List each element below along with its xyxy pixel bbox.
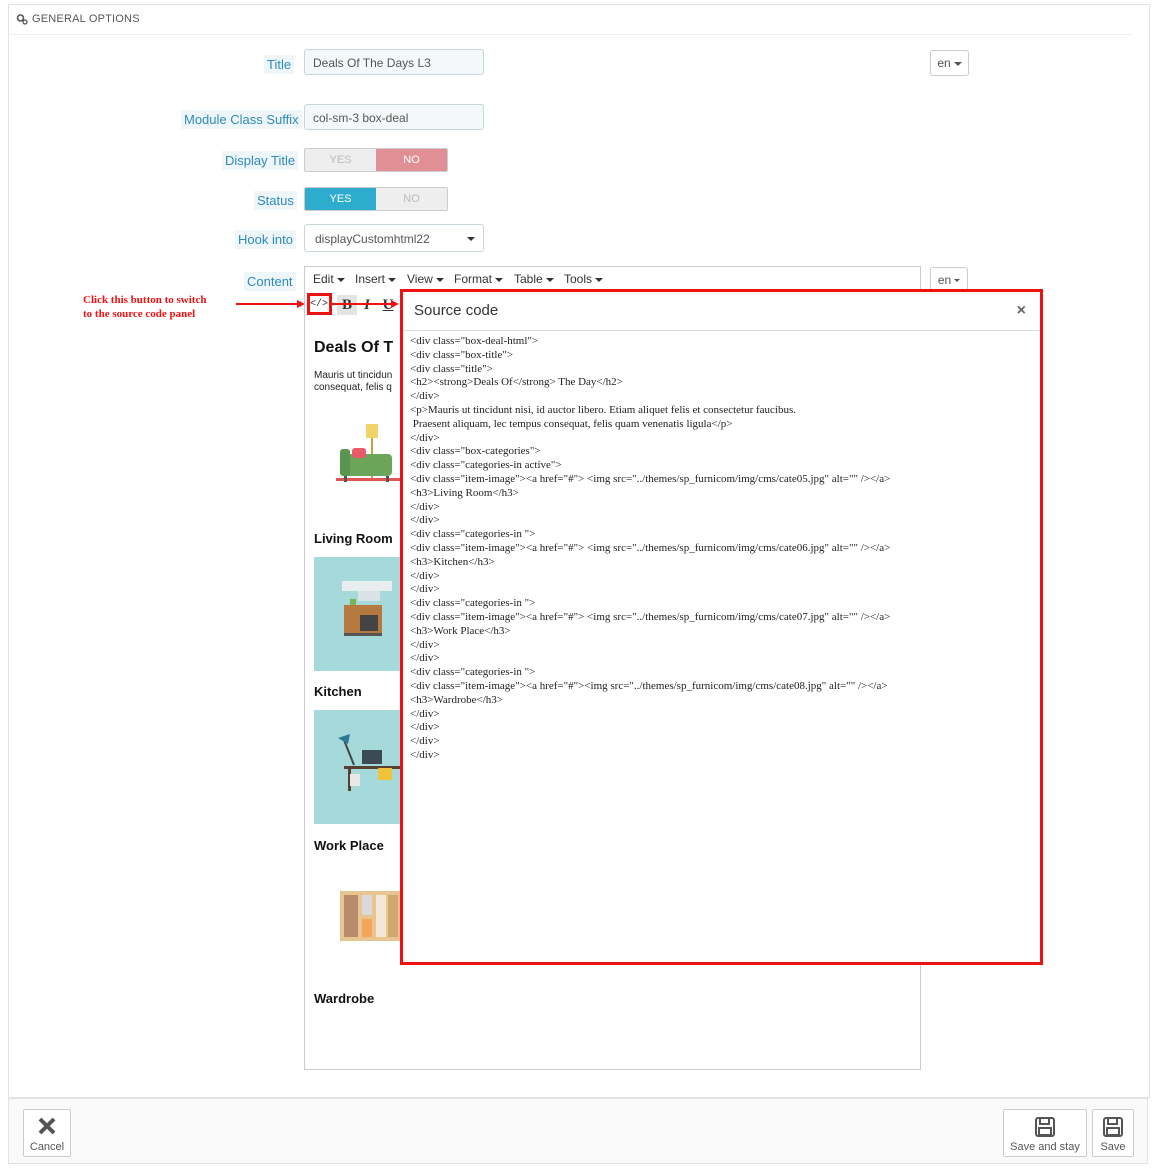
module-class-suffix-label: Module Class Suffix — [181, 110, 302, 129]
work-place-image — [314, 710, 400, 824]
annotation-line-2: to the source code panel — [83, 308, 196, 320]
title-input[interactable]: Deals Of The Days L3 — [304, 49, 484, 75]
display-title-switch[interactable]: YES NO — [304, 148, 448, 172]
menu-format[interactable]: Format — [454, 272, 504, 286]
title-language-dropdown[interactable]: en — [930, 50, 969, 76]
chevron-down-icon — [467, 237, 475, 241]
menu-table-label: Table — [514, 272, 543, 286]
preview-category-title: Work Place — [314, 838, 384, 853]
preview-category-title: Living Room — [314, 531, 393, 546]
menu-tools-label: Tools — [564, 272, 593, 286]
living-room-image — [336, 424, 400, 482]
hook-into-select[interactable]: displayCustomhtml22 — [304, 224, 484, 252]
menu-insert-label: Insert — [355, 272, 386, 286]
chevron-down-icon — [954, 279, 961, 283]
status-no[interactable]: NO — [376, 188, 447, 210]
display-title-no[interactable]: NO — [376, 149, 447, 171]
menu-insert[interactable]: Insert — [355, 272, 397, 286]
source-code-textarea[interactable]: <div class="box-deal-html"> <div class="… — [410, 335, 1035, 763]
modal-title: Source code — [414, 302, 499, 319]
editor-menubar: Edit Insert View Format Table Tools — [305, 267, 920, 291]
close-icon — [38, 1117, 56, 1135]
bold-button[interactable]: B — [337, 295, 357, 315]
form-footer: Cancel Save and stay Save — [8, 1098, 1148, 1164]
modal-header: Source code × — [403, 292, 1040, 331]
wardrobe-image — [340, 891, 400, 941]
panel-title: GENERAL OPTIONS — [32, 13, 140, 25]
menu-edit-label: Edit — [313, 272, 334, 286]
save-label: Save — [1100, 1141, 1126, 1153]
menu-tools[interactable]: Tools — [564, 272, 604, 286]
menu-format-label: Format — [454, 272, 493, 286]
chevron-down-icon — [435, 277, 444, 282]
menu-view[interactable]: View — [407, 272, 444, 286]
chevron-down-icon — [953, 61, 962, 66]
hook-into-label: Hook into — [235, 230, 296, 249]
preview-category-title: Kitchen — [314, 684, 362, 699]
menu-view-label: View — [407, 272, 433, 286]
save-icon — [1035, 1117, 1055, 1137]
chevron-down-icon — [388, 277, 397, 282]
content-label: Content — [244, 272, 296, 291]
status-switch[interactable]: YES NO — [304, 187, 448, 211]
save-icon — [1103, 1117, 1123, 1137]
chevron-down-icon — [495, 277, 504, 282]
preview-heading: Deals Of T — [314, 339, 394, 356]
annotation-text: Click this button to switch to the sourc… — [83, 293, 243, 321]
arrow-right-icon — [297, 300, 305, 308]
module-class-suffix-input[interactable]: col-sm-3 box-deal — [304, 104, 484, 130]
italic-button[interactable]: I — [357, 295, 377, 315]
status-yes[interactable]: YES — [305, 188, 376, 210]
chevron-down-icon — [545, 277, 554, 282]
preview-category-title: Wardrobe — [314, 991, 375, 1006]
title-language-label: en — [937, 56, 951, 70]
save-and-stay-label: Save and stay — [1010, 1141, 1080, 1153]
gear-icon — [16, 14, 28, 25]
preview-paragraph-line2: consequat, felis q — [314, 382, 392, 393]
save-button[interactable]: Save — [1092, 1109, 1134, 1157]
cancel-label: Cancel — [29, 1141, 65, 1153]
annotation-line-1: Click this button to switch — [83, 294, 207, 306]
chevron-down-icon — [336, 277, 345, 282]
preview-paragraph: Mauris ut tincidun consequat, felis q — [314, 370, 414, 394]
kitchen-image — [314, 557, 400, 671]
source-code-modal: Source code × <div class="box-deal-html"… — [400, 289, 1043, 965]
annotation-arrow — [236, 303, 298, 305]
preview-paragraph-line1: Mauris ut tincidun — [314, 370, 393, 381]
display-title-yes[interactable]: YES — [305, 149, 376, 171]
arrow-right-icon — [391, 300, 399, 308]
annotation-arrow-to-modal — [332, 303, 392, 305]
source-code-button-highlight — [307, 293, 332, 315]
close-icon[interactable]: × — [1017, 302, 1026, 320]
content-language-label: en — [937, 273, 952, 287]
menu-table[interactable]: Table — [514, 272, 554, 286]
hook-into-value: displayCustomhtml22 — [315, 232, 430, 246]
display-title-label: Display Title — [222, 151, 299, 170]
menu-edit[interactable]: Edit — [313, 272, 345, 286]
save-and-stay-button[interactable]: Save and stay — [1003, 1109, 1087, 1157]
status-label: Status — [254, 191, 297, 210]
title-label: Title — [264, 55, 295, 74]
panel-heading: GENERAL OPTIONS — [8, 4, 1132, 35]
chevron-down-icon — [595, 277, 604, 282]
cancel-button[interactable]: Cancel — [23, 1109, 71, 1157]
